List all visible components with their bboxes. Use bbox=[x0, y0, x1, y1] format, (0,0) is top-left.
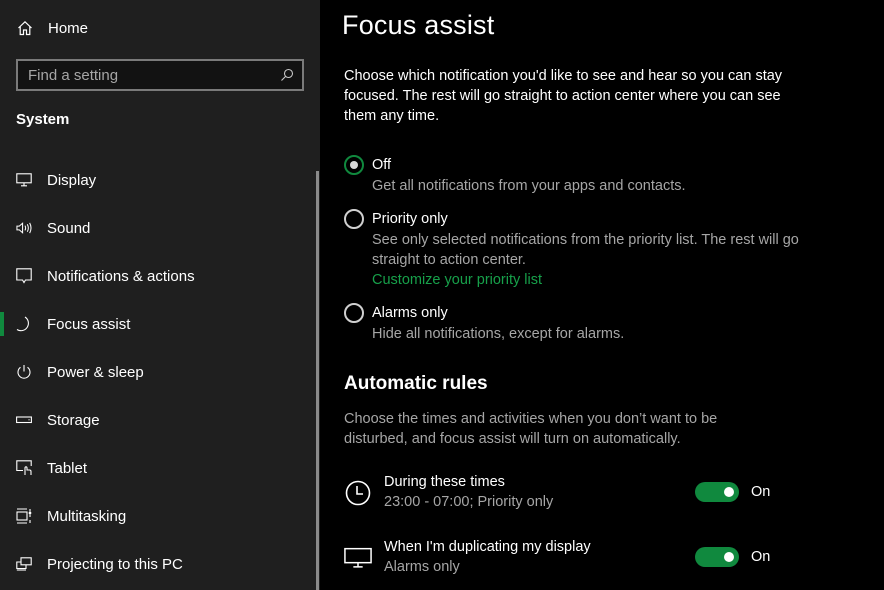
option-alarms-only: Alarms only Hide all notifications, exce… bbox=[344, 302, 624, 344]
rule-name: When I'm duplicating my display bbox=[384, 539, 591, 555]
option-off: Off Get all notifications from your apps… bbox=[344, 154, 686, 196]
sidebar-item-label: Tablet bbox=[47, 459, 88, 477]
message-icon bbox=[16, 268, 32, 284]
radio-priority-only[interactable] bbox=[344, 209, 364, 229]
automatic-rules-title: Automatic rules bbox=[344, 373, 488, 394]
rule-value: 23:00 - 07:00; Priority only bbox=[384, 494, 554, 510]
speaker-icon bbox=[16, 220, 32, 236]
option-priority-only: Priority only See only selected notifica… bbox=[344, 208, 804, 290]
multitasking-icon bbox=[16, 508, 32, 524]
option-label[interactable]: Alarms only bbox=[372, 302, 624, 324]
option-description: Get all notifications from your apps and… bbox=[372, 178, 686, 194]
radio-off[interactable] bbox=[344, 155, 364, 175]
sidebar-item-label: Power & sleep bbox=[47, 363, 144, 381]
toggle-state-label: On bbox=[751, 484, 771, 500]
toggle-state-label: On bbox=[751, 549, 771, 565]
sidebar-item-sound[interactable]: Sound bbox=[0, 204, 312, 252]
radio-alarms-only[interactable] bbox=[344, 303, 364, 323]
rule-name: During these times bbox=[384, 474, 505, 490]
sidebar-item-label: Notifications & actions bbox=[47, 267, 195, 285]
rule-text[interactable]: When I'm duplicating my display Alarms o… bbox=[384, 537, 591, 577]
sidebar-item-label: Projecting to this PC bbox=[47, 555, 183, 573]
sidebar-item-notifications[interactable]: Notifications & actions bbox=[0, 252, 312, 300]
option-description: Hide all notifications, except for alarm… bbox=[372, 326, 625, 342]
sidebar-item-projecting[interactable]: Projecting to this PC bbox=[0, 540, 312, 588]
drive-icon bbox=[16, 412, 32, 428]
monitor-icon bbox=[344, 544, 372, 572]
search-box bbox=[16, 59, 304, 91]
rule-text[interactable]: During these times 23:00 - 07:00; Priori… bbox=[384, 472, 553, 512]
sidebar-item-label: Display bbox=[47, 171, 97, 189]
main-content: Focus assist Choose which notification y… bbox=[320, 0, 884, 590]
automatic-rules-description: Choose the times and activities when you… bbox=[344, 411, 718, 447]
sidebar-item-label: Multitasking bbox=[47, 507, 127, 525]
sidebar-scrollbar[interactable] bbox=[316, 171, 319, 590]
sidebar-item-tablet[interactable]: Tablet bbox=[0, 444, 312, 492]
intro-text: Choose which notification you'd like to … bbox=[344, 68, 783, 124]
section-title: System bbox=[16, 111, 70, 128]
rule-toggle[interactable] bbox=[695, 482, 739, 502]
clock-icon bbox=[344, 479, 372, 507]
sidebar-item-label: Storage bbox=[47, 411, 100, 429]
sidebar-item-display[interactable]: Display bbox=[0, 156, 312, 204]
sidebar-nav: Display Sound Notifications & actions Fo… bbox=[0, 156, 312, 588]
rule-value: Alarms only bbox=[384, 559, 460, 575]
rule-during-these-times: During these times 23:00 - 07:00; Priori… bbox=[344, 472, 784, 516]
sidebar-item-focus-assist[interactable]: Focus assist bbox=[0, 300, 312, 348]
moon-icon bbox=[16, 316, 32, 332]
sidebar-item-storage[interactable]: Storage bbox=[0, 396, 312, 444]
home-link[interactable]: Home bbox=[16, 14, 88, 42]
sidebar-item-power-sleep[interactable]: Power & sleep bbox=[0, 348, 312, 396]
sidebar-item-multitasking[interactable]: Multitasking bbox=[0, 492, 312, 540]
option-description: See only selected notifications from the… bbox=[372, 232, 799, 268]
rule-toggle[interactable] bbox=[695, 547, 739, 567]
tablet-icon bbox=[16, 460, 32, 476]
option-label[interactable]: Priority only bbox=[372, 208, 804, 230]
customize-priority-list-link[interactable]: Customize your priority list bbox=[372, 270, 804, 290]
active-indicator bbox=[0, 312, 4, 336]
search-input[interactable] bbox=[28, 66, 280, 84]
home-label: Home bbox=[48, 19, 89, 37]
sidebar-item-label: Sound bbox=[47, 219, 91, 237]
page-title: Focus assist bbox=[342, 10, 495, 40]
sidebar: Home System Display Sound Notifications … bbox=[0, 0, 320, 590]
power-icon bbox=[16, 364, 32, 380]
monitor-icon bbox=[16, 172, 32, 188]
sidebar-item-label: Focus assist bbox=[47, 315, 131, 333]
rule-duplicating-display: When I'm duplicating my display Alarms o… bbox=[344, 537, 784, 581]
home-icon bbox=[16, 19, 34, 37]
option-label[interactable]: Off bbox=[372, 154, 686, 176]
search-icon[interactable] bbox=[280, 68, 294, 82]
projecting-icon bbox=[16, 556, 32, 572]
